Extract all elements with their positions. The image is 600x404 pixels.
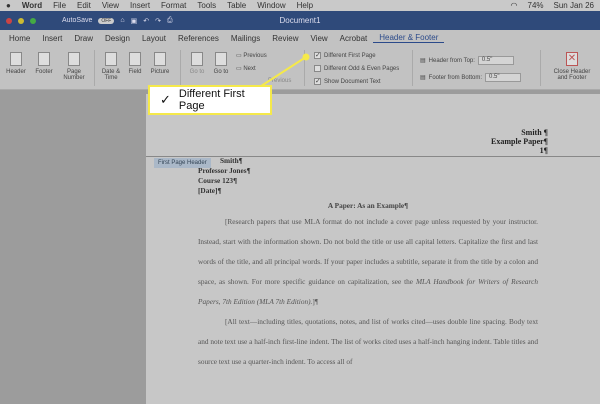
callout-dot bbox=[302, 53, 310, 61]
callout-line bbox=[257, 56, 307, 89]
different-first-page-callout: ✓ Different First Page bbox=[148, 85, 272, 115]
checkmark-icon: ✓ bbox=[160, 92, 171, 107]
callout-pointer bbox=[257, 53, 310, 89]
callout-label: Different First Page bbox=[178, 88, 245, 112]
